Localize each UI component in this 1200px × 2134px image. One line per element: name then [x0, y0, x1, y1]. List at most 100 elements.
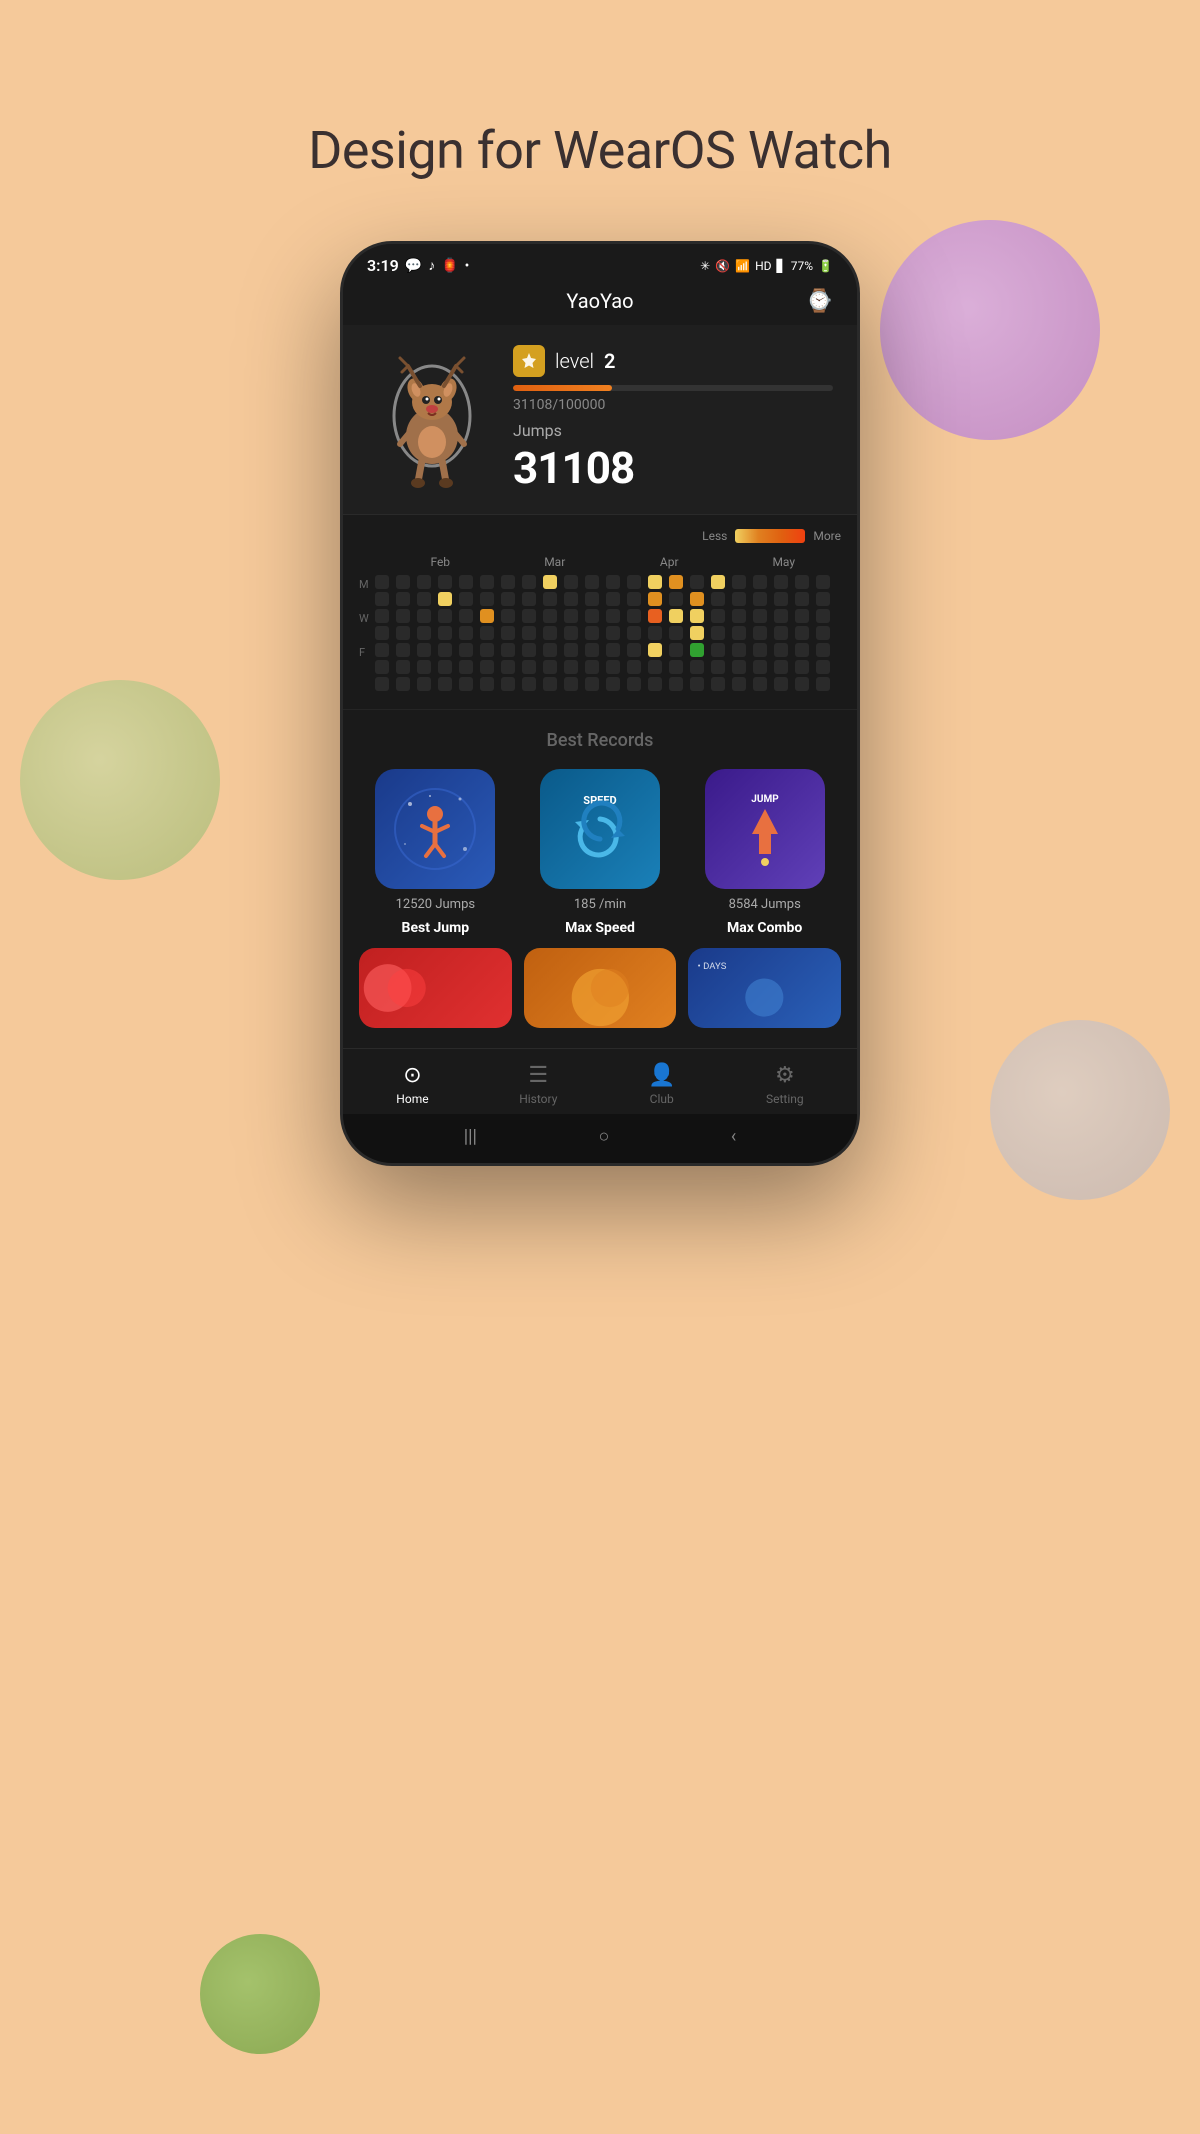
cell-3-15 — [690, 626, 704, 640]
bg-circle-green2 — [200, 1934, 320, 2054]
cell-0-11 — [606, 575, 620, 589]
cell-4-21 — [816, 643, 830, 657]
cell-1-4 — [459, 592, 473, 606]
cell-5-18 — [753, 660, 767, 674]
cell-6-8 — [543, 677, 557, 691]
progress-label: 31108/100000 — [513, 397, 833, 413]
partial-card-1[interactable] — [359, 948, 512, 1028]
record-card-max-speed[interactable]: SPEED 185 /min Max Speed — [524, 769, 677, 936]
legend-gradient — [735, 529, 805, 543]
legend-row: Less More — [359, 529, 841, 543]
cell-4-4 — [459, 643, 473, 657]
cell-5-1 — [396, 660, 410, 674]
setting-icon: ⚙ — [775, 1063, 795, 1088]
cell-5-5 — [480, 660, 494, 674]
cell-1-10 — [585, 592, 599, 606]
cell-3-6 — [501, 626, 515, 640]
cell-6-2 — [417, 677, 431, 691]
cell-2-21 — [816, 609, 830, 623]
cell-4-6 — [501, 643, 515, 657]
dot-icon: • — [465, 258, 470, 274]
partial-card-3[interactable]: • DAYS — [688, 948, 841, 1028]
app-header-title: YaoYao — [566, 289, 633, 313]
cell-2-0 — [375, 609, 389, 623]
cell-1-18 — [753, 592, 767, 606]
day-empty1 — [359, 594, 369, 608]
cell-2-20 — [795, 609, 809, 623]
cell-6-18 — [753, 677, 767, 691]
month-apr: Apr — [612, 555, 727, 569]
record-icon-max-speed: SPEED — [540, 769, 660, 889]
status-right: ✳ 🔇 📶 HD ▋ 77% 🔋 — [700, 259, 833, 273]
nav-label-club: Club — [650, 1092, 674, 1106]
partial-card-2[interactable] — [524, 948, 677, 1028]
cell-3-13 — [648, 626, 662, 640]
profile-info: level 2 31108/100000 Jumps 31108 — [513, 341, 833, 494]
cell-1-6 — [501, 592, 515, 606]
cell-3-20 — [795, 626, 809, 640]
watch-icon[interactable]: ⌚ — [806, 289, 833, 314]
month-mar: Mar — [498, 555, 613, 569]
cell-0-20 — [795, 575, 809, 589]
cell-5-6 — [501, 660, 515, 674]
cell-4-17 — [732, 643, 746, 657]
cell-4-1 — [396, 643, 410, 657]
battery-label: 77% — [791, 259, 813, 273]
cell-3-18 — [753, 626, 767, 640]
legend-more: More — [813, 529, 841, 543]
cell-3-21 — [816, 626, 830, 640]
history-icon: ☰ — [528, 1063, 548, 1088]
nav-item-history[interactable]: ☰ History — [503, 1059, 573, 1110]
jumps-label: Jumps — [513, 421, 833, 440]
cell-1-15 — [690, 592, 704, 606]
cell-3-7 — [522, 626, 536, 640]
cell-5-19 — [774, 660, 788, 674]
cell-2-18 — [753, 609, 767, 623]
bg-circle-green — [20, 680, 220, 880]
notification-icon: 🏮 — [441, 258, 458, 274]
level-text: level — [555, 349, 594, 373]
cell-3-4 — [459, 626, 473, 640]
cell-5-13 — [648, 660, 662, 674]
day-f: F — [359, 645, 369, 659]
nav-item-club[interactable]: 👤 Club — [632, 1059, 691, 1110]
cell-1-14 — [669, 592, 683, 606]
cell-3-8 — [543, 626, 557, 640]
cell-2-5 — [480, 609, 494, 623]
nav-item-setting[interactable]: ⚙ Setting — [750, 1059, 820, 1110]
cell-0-1 — [396, 575, 410, 589]
cell-0-15 — [690, 575, 704, 589]
nav-item-home[interactable]: ⊙ Home — [380, 1059, 444, 1110]
bluetooth-icon: ✳ — [700, 259, 710, 273]
cell-5-7 — [522, 660, 536, 674]
cell-4-8 — [543, 643, 557, 657]
cell-6-4 — [459, 677, 473, 691]
record-card-max-combo[interactable]: JUMP 8584 Jumps Max Combo — [688, 769, 841, 936]
cell-5-9 — [564, 660, 578, 674]
record-card-best-jump[interactable]: 12520 Jumps Best Jump — [359, 769, 512, 936]
home-icon: ⊙ — [403, 1063, 421, 1088]
cell-2-3 — [438, 609, 452, 623]
android-back-btn[interactable]: ‹ — [731, 1126, 736, 1147]
phone-frame: 3:19 💬 ♪ 🏮 • ✳ 🔇 📶 HD ▋ 77% 🔋 YaoYao ⌚ — [340, 241, 860, 1166]
cell-0-5 — [480, 575, 494, 589]
cell-3-5 — [480, 626, 494, 640]
cell-3-9 — [564, 626, 578, 640]
record-name-best-jump: Best Jump — [402, 920, 470, 936]
android-recent-btn[interactable]: ||| — [464, 1126, 477, 1147]
cell-5-11 — [606, 660, 620, 674]
record-name-max-combo: Max Combo — [727, 920, 802, 936]
cell-0-17 — [732, 575, 746, 589]
cell-3-3 — [438, 626, 452, 640]
cell-1-17 — [732, 592, 746, 606]
cell-2-13 — [648, 609, 662, 623]
cell-4-16 — [711, 643, 725, 657]
bottom-nav: ⊙ Home ☰ History 👤 Club ⚙ Setting — [343, 1048, 857, 1114]
android-home-btn[interactable]: ○ — [598, 1126, 609, 1147]
month-feb: Feb — [383, 555, 498, 569]
jumps-count: 31108 — [513, 442, 833, 494]
cell-6-9 — [564, 677, 578, 691]
cell-1-13 — [648, 592, 662, 606]
cell-0-2 — [417, 575, 431, 589]
cell-1-8 — [543, 592, 557, 606]
